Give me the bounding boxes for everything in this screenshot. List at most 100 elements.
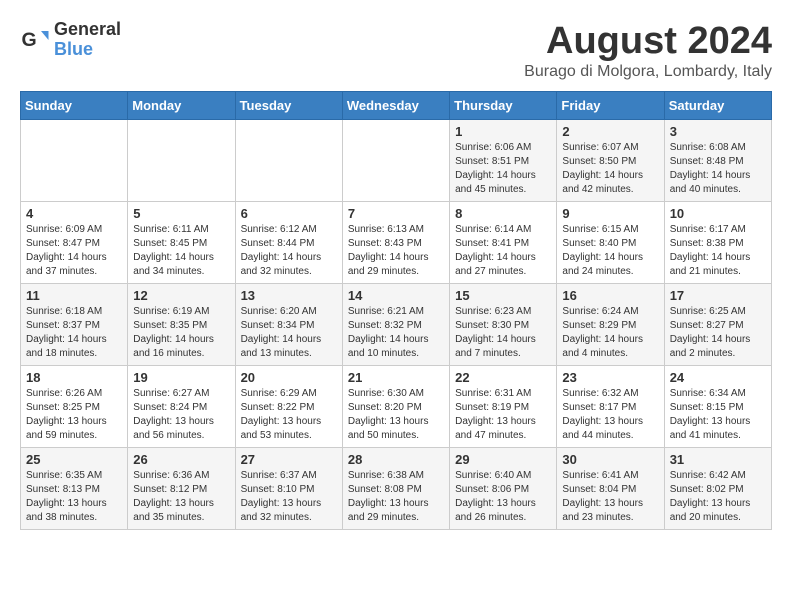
day-info: Sunrise: 6:18 AM Sunset: 8:37 PM Dayligh… <box>26 305 122 361</box>
calendar-cell: 5 Sunrise: 6:11 AM Sunset: 8:45 PM Daylig… <box>128 202 235 284</box>
day-number: 17 <box>670 288 766 303</box>
day-number: 5 <box>133 206 229 221</box>
calendar-cell: 30 Sunrise: 6:41 AM Sunset: 8:04 PM Dayli… <box>557 448 664 530</box>
header-saturday: Saturday <box>664 92 771 120</box>
day-number: 14 <box>348 288 444 303</box>
day-number: 27 <box>241 452 337 467</box>
calendar-cell <box>128 120 235 202</box>
day-info: Sunrise: 6:40 AM Sunset: 8:06 PM Dayligh… <box>455 469 551 525</box>
calendar-week-row: 11 Sunrise: 6:18 AM Sunset: 8:37 PM Dayli… <box>21 284 772 366</box>
day-number: 29 <box>455 452 551 467</box>
day-info: Sunrise: 6:31 AM Sunset: 8:19 PM Dayligh… <box>455 387 551 443</box>
calendar-cell: 21Sunrise: 6:30 AM Sunset: 8:20 PM Dayli… <box>342 366 449 448</box>
day-number: 28 <box>348 452 444 467</box>
day-info: Sunrise: 6:34 AM Sunset: 8:15 PM Dayligh… <box>670 387 766 443</box>
header-sunday: Sunday <box>21 92 128 120</box>
calendar-cell: 12 Sunrise: 6:19 AM Sunset: 8:35 PM Dayli… <box>128 284 235 366</box>
header-friday: Friday <box>557 92 664 120</box>
day-number: 2 <box>562 124 658 139</box>
day-info: Sunrise: 6:36 AM Sunset: 8:12 PM Dayligh… <box>133 469 229 525</box>
calendar-cell: 9Sunrise: 6:15 AM Sunset: 8:40 PM Daylig… <box>557 202 664 284</box>
calendar-week-row: 4 Sunrise: 6:09 AM Sunset: 8:47 PM Daylig… <box>21 202 772 284</box>
day-info: Sunrise: 6:06 AM Sunset: 8:51 PM Dayligh… <box>455 141 551 197</box>
day-number: 15 <box>455 288 551 303</box>
day-number: 23 <box>562 370 658 385</box>
calendar-cell <box>235 120 342 202</box>
calendar-header-row: SundayMondayTuesdayWednesdayThursdayFrid… <box>21 92 772 120</box>
day-info: Sunrise: 6:12 AM Sunset: 8:44 PM Dayligh… <box>241 223 337 279</box>
calendar-cell: 22 Sunrise: 6:31 AM Sunset: 8:19 PM Dayli… <box>450 366 557 448</box>
day-info: Sunrise: 6:07 AM Sunset: 8:50 PM Dayligh… <box>562 141 658 197</box>
day-info: Sunrise: 6:25 AM Sunset: 8:27 PM Dayligh… <box>670 305 766 361</box>
logo-text: General Blue <box>54 20 121 60</box>
day-info: Sunrise: 6:11 AM Sunset: 8:45 PM Dayligh… <box>133 223 229 279</box>
calendar-cell <box>342 120 449 202</box>
day-info: Sunrise: 6:23 AM Sunset: 8:30 PM Dayligh… <box>455 305 551 361</box>
calendar-cell: 31Sunrise: 6:42 AM Sunset: 8:02 PM Dayli… <box>664 448 771 530</box>
day-info: Sunrise: 6:20 AM Sunset: 8:34 PM Dayligh… <box>241 305 337 361</box>
day-number: 19 <box>133 370 229 385</box>
day-number: 12 <box>133 288 229 303</box>
day-number: 18 <box>26 370 122 385</box>
day-info: Sunrise: 6:14 AM Sunset: 8:41 PM Dayligh… <box>455 223 551 279</box>
day-info: Sunrise: 6:37 AM Sunset: 8:10 PM Dayligh… <box>241 469 337 525</box>
logo-general-text: General <box>54 20 121 40</box>
day-number: 31 <box>670 452 766 467</box>
calendar-cell: 28Sunrise: 6:38 AM Sunset: 8:08 PM Dayli… <box>342 448 449 530</box>
calendar-week-row: 18 Sunrise: 6:26 AM Sunset: 8:25 PM Dayli… <box>21 366 772 448</box>
day-number: 24 <box>670 370 766 385</box>
day-info: Sunrise: 6:08 AM Sunset: 8:48 PM Dayligh… <box>670 141 766 197</box>
day-number: 6 <box>241 206 337 221</box>
calendar-cell: 11 Sunrise: 6:18 AM Sunset: 8:37 PM Dayli… <box>21 284 128 366</box>
day-number: 11 <box>26 288 122 303</box>
day-info: Sunrise: 6:21 AM Sunset: 8:32 PM Dayligh… <box>348 305 444 361</box>
calendar-cell: 27 Sunrise: 6:37 AM Sunset: 8:10 PM Dayli… <box>235 448 342 530</box>
calendar-cell: 8 Sunrise: 6:14 AM Sunset: 8:41 PM Daylig… <box>450 202 557 284</box>
day-info: Sunrise: 6:35 AM Sunset: 8:13 PM Dayligh… <box>26 469 122 525</box>
calendar-cell: 24 Sunrise: 6:34 AM Sunset: 8:15 PM Dayli… <box>664 366 771 448</box>
day-number: 26 <box>133 452 229 467</box>
calendar-week-row: 1 Sunrise: 6:06 AM Sunset: 8:51 PM Daylig… <box>21 120 772 202</box>
day-info: Sunrise: 6:17 AM Sunset: 8:38 PM Dayligh… <box>670 223 766 279</box>
calendar-table: SundayMondayTuesdayWednesdayThursdayFrid… <box>20 91 772 530</box>
day-info: Sunrise: 6:41 AM Sunset: 8:04 PM Dayligh… <box>562 469 658 525</box>
calendar-week-row: 25Sunrise: 6:35 AM Sunset: 8:13 PM Dayli… <box>21 448 772 530</box>
header-wednesday: Wednesday <box>342 92 449 120</box>
day-number: 21 <box>348 370 444 385</box>
header-monday: Monday <box>128 92 235 120</box>
calendar-cell: 26 Sunrise: 6:36 AM Sunset: 8:12 PM Dayli… <box>128 448 235 530</box>
calendar-cell: 16 Sunrise: 6:24 AM Sunset: 8:29 PM Dayli… <box>557 284 664 366</box>
calendar-cell: 10Sunrise: 6:17 AM Sunset: 8:38 PM Dayli… <box>664 202 771 284</box>
calendar-cell: 20Sunrise: 6:29 AM Sunset: 8:22 PM Dayli… <box>235 366 342 448</box>
calendar-cell: 15 Sunrise: 6:23 AM Sunset: 8:30 PM Dayli… <box>450 284 557 366</box>
day-info: Sunrise: 6:32 AM Sunset: 8:17 PM Dayligh… <box>562 387 658 443</box>
day-number: 8 <box>455 206 551 221</box>
day-number: 20 <box>241 370 337 385</box>
day-info: Sunrise: 6:19 AM Sunset: 8:35 PM Dayligh… <box>133 305 229 361</box>
calendar-cell: 1 Sunrise: 6:06 AM Sunset: 8:51 PM Daylig… <box>450 120 557 202</box>
day-number: 1 <box>455 124 551 139</box>
day-number: 7 <box>348 206 444 221</box>
calendar-cell: 19 Sunrise: 6:27 AM Sunset: 8:24 PM Dayli… <box>128 366 235 448</box>
day-number: 30 <box>562 452 658 467</box>
title-section: August 2024 Burago di Molgora, Lombardy,… <box>524 20 772 81</box>
calendar-cell: 29 Sunrise: 6:40 AM Sunset: 8:06 PM Dayli… <box>450 448 557 530</box>
day-number: 13 <box>241 288 337 303</box>
calendar-cell: 14 Sunrise: 6:21 AM Sunset: 8:32 PM Dayli… <box>342 284 449 366</box>
day-info: Sunrise: 6:27 AM Sunset: 8:24 PM Dayligh… <box>133 387 229 443</box>
calendar-cell: 4 Sunrise: 6:09 AM Sunset: 8:47 PM Daylig… <box>21 202 128 284</box>
location-title: Burago di Molgora, Lombardy, Italy <box>524 63 772 81</box>
header-thursday: Thursday <box>450 92 557 120</box>
day-number: 16 <box>562 288 658 303</box>
calendar-cell: 7 Sunrise: 6:13 AM Sunset: 8:43 PM Daylig… <box>342 202 449 284</box>
day-number: 4 <box>26 206 122 221</box>
day-info: Sunrise: 6:15 AM Sunset: 8:40 PM Dayligh… <box>562 223 658 279</box>
day-number: 22 <box>455 370 551 385</box>
logo-icon: G <box>20 25 50 55</box>
page-header: G General Blue August 2024 Burago di Mol… <box>20 20 772 81</box>
day-info: Sunrise: 6:09 AM Sunset: 8:47 PM Dayligh… <box>26 223 122 279</box>
calendar-cell <box>21 120 128 202</box>
day-info: Sunrise: 6:24 AM Sunset: 8:29 PM Dayligh… <box>562 305 658 361</box>
day-info: Sunrise: 6:26 AM Sunset: 8:25 PM Dayligh… <box>26 387 122 443</box>
day-info: Sunrise: 6:13 AM Sunset: 8:43 PM Dayligh… <box>348 223 444 279</box>
